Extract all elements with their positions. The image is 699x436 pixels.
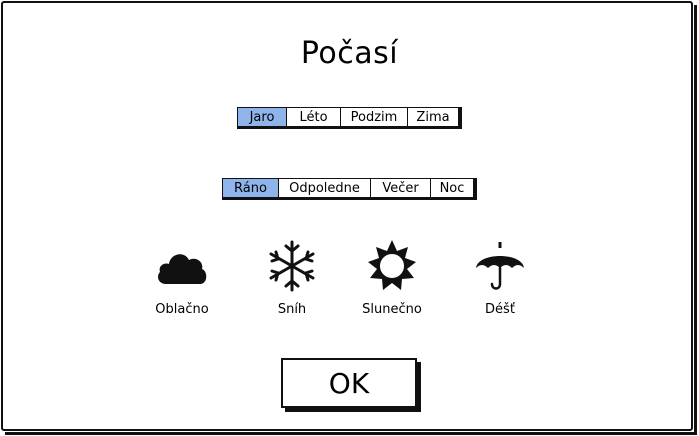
season-selector: Jaro Léto Podzim Zima [237, 107, 462, 129]
time-option-noc[interactable]: Noc [430, 179, 473, 197]
sun-icon [368, 240, 416, 290]
weather-option-cloudy[interactable]: Oblačno [137, 238, 227, 317]
season-option-zima[interactable]: Zima [407, 108, 458, 126]
time-option-odpoledne[interactable]: Odpoledne [278, 179, 370, 197]
season-option-podzim[interactable]: Podzim [340, 108, 407, 126]
season-option-leto[interactable]: Léto [286, 108, 340, 126]
season-option-jaro[interactable]: Jaro [238, 108, 286, 126]
ok-button[interactable]: OK [281, 358, 417, 408]
time-option-rano[interactable]: Ráno [223, 179, 278, 197]
page-title: Počasí [300, 36, 399, 71]
umbrella-icon [476, 242, 524, 290]
time-of-day-selector: Ráno Odpoledne Večer Noc [222, 178, 477, 200]
weather-option-rain[interactable]: Déšť [455, 238, 545, 317]
weather-label: Sníh [277, 302, 307, 317]
time-option-vecer[interactable]: Večer [370, 179, 430, 197]
snowflake-icon [269, 240, 315, 292]
weather-option-sunny[interactable]: Slunečno [347, 238, 437, 317]
weather-option-snow[interactable]: Sníh [247, 238, 337, 317]
weather-label: Slunečno [362, 302, 422, 317]
weather-label: Oblačno [155, 302, 209, 317]
cloud-icon [158, 254, 207, 284]
weather-label: Déšť [485, 302, 515, 317]
